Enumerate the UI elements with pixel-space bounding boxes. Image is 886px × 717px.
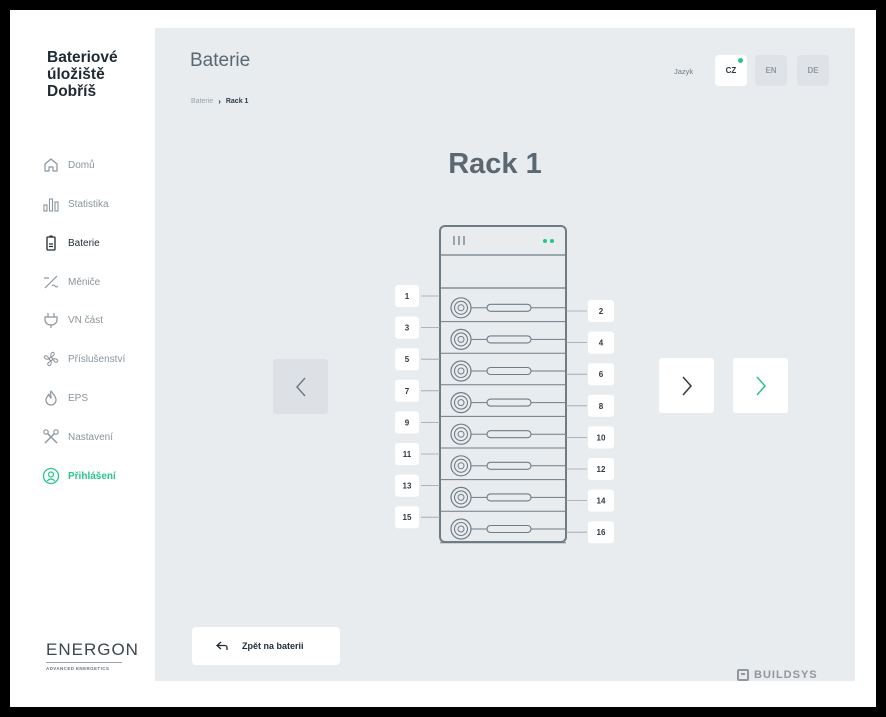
module-handle [486,493,532,502]
rack-title: Rack 1 [448,148,542,180]
module-label: 12 [597,465,606,474]
previous-rack-button[interactable] [273,359,328,414]
flame-icon [42,389,60,407]
sidebar-item-prihlaseni[interactable]: Přihlášení [42,465,154,487]
module-label: 11 [403,450,412,459]
logo-name: ENERGON [46,640,139,659]
sidebar-item-label: Přihlášení [68,470,116,482]
language-button-cz[interactable]: CZ [715,55,747,86]
module-label: 13 [403,482,412,491]
fan-icon [42,350,60,368]
sidebar-item-label: Statistika [68,198,109,210]
vendor-name: BUILDSYS [754,669,818,681]
user-circle-icon [42,467,60,485]
module-handle [486,524,532,534]
module-handle [486,430,532,439]
next-rack-button[interactable] [659,358,714,413]
module-label: 7 [405,387,410,396]
tools-icon [42,428,60,446]
module-label: 16 [597,528,606,537]
back-to-batteries-button[interactable]: Zpět na baterii [192,627,340,665]
buildsys-logo: BUILDSYS [737,669,818,681]
module-label: 10 [597,433,606,442]
language-code: DE [807,66,819,75]
chevron-right-icon: › [218,97,221,106]
module-label: 1 [405,292,410,301]
brand-line-2: úložiště [47,66,105,83]
energon-logo: ENERGON ADVANCED ENERGETICS [46,640,139,671]
module-label: 4 [599,339,604,348]
module-label: 5 [405,355,410,364]
sidebar-item-eps[interactable]: EPS [42,387,154,409]
language-code: EN [765,66,777,75]
module-handle [486,461,532,470]
buildsys-mark-icon [737,669,749,681]
sidebar-item-label: Baterie [68,237,100,249]
status-led-icon [550,239,554,243]
language-code: CZ [725,66,737,75]
sidebar-item-domu[interactable]: Domů [42,154,154,176]
logo-divider [46,662,122,663]
language-button-en[interactable]: EN [755,55,787,86]
breadcrumb-root[interactable]: Baterie [191,98,213,105]
back-button-label: Zpět na baterii [242,641,304,651]
module-label: 15 [403,513,412,522]
sidebar-item-vn-cast[interactable]: VN část [42,309,154,331]
module-handle [486,398,532,407]
sidebar-item-menice[interactable]: Měniče [42,271,154,293]
sidebar-item-label: Nastavení [68,431,114,443]
rack-diagram: 12345678910111213141516 [395,225,614,544]
sidebar-item-label: VN část [68,314,104,326]
language-label: Jazyk [674,67,694,76]
module-label: 14 [597,497,606,506]
plug-icon [42,311,60,329]
sidebar-item-nastaveni[interactable]: Nastavení [42,426,154,448]
module-label: 8 [599,402,604,411]
module-label: 3 [405,324,410,333]
status-led-icon [543,239,547,243]
sidebar-item-label: Domů [68,159,95,171]
logo-tagline: ADVANCED ENERGETICS [46,666,110,671]
sidebar-item-statistika[interactable]: Statistika [42,193,154,215]
main-panel: Baterie Baterie › Rack 1 Jazyk CZ EN DE … [155,28,855,681]
battery-icon [42,234,60,252]
chevron-right-icon [755,376,766,395]
sidebar: Bateriové úložiště Dobříš Domů Statistik… [10,10,155,707]
brand-line-3: Dobříš [47,83,97,100]
selected-dot-icon [738,58,743,63]
return-arrow-icon [216,641,228,650]
brand-line-1: Bateriové [47,49,118,66]
breadcrumb: Baterie › Rack 1 [191,97,248,106]
sidebar-item-label: Měniče [68,276,101,288]
bar-chart-icon [42,195,60,213]
sidebar-item-label: EPS [68,392,89,404]
module-label: 6 [599,370,604,379]
module-label: 2 [599,307,604,316]
page-title: Baterie [190,50,251,71]
next-rack-accent-button[interactable] [733,358,788,413]
chevron-left-icon [295,377,306,396]
breadcrumb-current: Rack 1 [225,98,249,105]
chevron-right-icon [681,376,692,395]
module-handle [486,366,532,376]
brand-title: Bateriové úložiště Dobříš [47,49,147,100]
inverter-icon [42,273,60,291]
sidebar-item-prislusenstvi[interactable]: Příslušenství [42,348,154,370]
module-handle [486,303,532,312]
language-button-de[interactable]: DE [797,55,829,86]
sidebar-item-baterie[interactable]: Baterie [42,232,154,254]
app-window: Bateriové úložiště Dobříš Domů Statistik… [10,10,876,707]
sidebar-item-label: Příslušenství [68,353,126,365]
home-icon [42,156,60,174]
module-label: 9 [405,418,410,427]
module-handle [486,335,532,344]
